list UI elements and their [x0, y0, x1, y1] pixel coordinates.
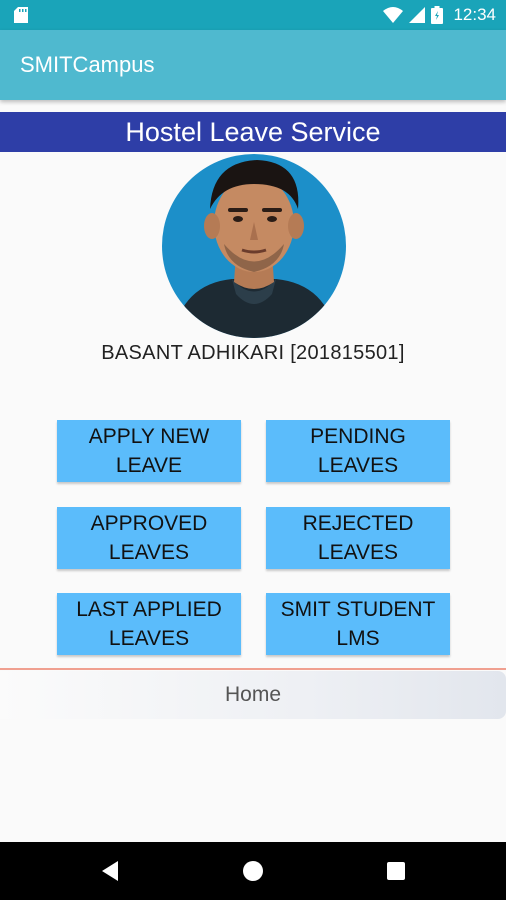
tab-home[interactable]: Home — [0, 671, 506, 719]
sd-card-icon — [14, 7, 28, 23]
divider — [0, 668, 506, 670]
smit-student-lms-button[interactable]: SMIT STUDENT LMS — [266, 593, 450, 655]
rejected-leaves-button[interactable]: REJECTED LEAVES — [266, 507, 450, 569]
student-name: BASANT ADHIKARI [201815501] — [101, 342, 405, 364]
approved-leaves-button[interactable]: APPROVED LEAVES — [57, 507, 241, 569]
page-title: Hostel Leave Service — [0, 112, 506, 152]
last-applied-leaves-button[interactable]: LAST APPLIED LEAVES — [57, 593, 241, 655]
status-bar: 12:34 — [0, 0, 506, 30]
apply-new-leave-button[interactable]: APPLY NEW LEAVE — [57, 420, 241, 482]
back-icon[interactable] — [80, 842, 140, 900]
app-title: SMITCampus — [20, 52, 155, 77]
battery-icon — [431, 6, 444, 24]
recents-icon[interactable] — [366, 842, 426, 900]
navigation-bar — [0, 842, 506, 900]
home-icon[interactable] — [223, 842, 283, 900]
avatar — [162, 154, 346, 338]
clock: 12:34 — [453, 5, 496, 24]
pending-leaves-button[interactable]: PENDING LEAVES — [266, 420, 450, 482]
app-bar: SMITCampus — [0, 30, 506, 100]
cell-signal-icon — [409, 7, 426, 23]
wifi-icon — [383, 7, 404, 23]
